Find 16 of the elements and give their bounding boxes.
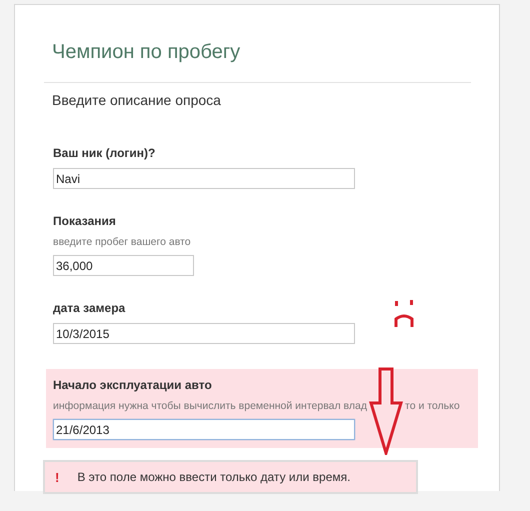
input-field[interactable]: 10/3/2015 [53,323,355,344]
question-hint: информация нужна чтобы вычислить временной интервал влад [53,400,367,412]
question-label: дата замера [53,301,126,315]
question-label: Показания [53,214,117,228]
validation-message: В это поле можно ввести только дату или время. [77,470,350,484]
question-label: Ваш ник (логин)? [53,146,156,160]
form-title: Чемпион по пробегу [52,41,242,64]
input-field[interactable]: 21/6/2013 [53,419,355,440]
input-field[interactable]: 36,000 [53,255,194,276]
down-arrow-icon [369,367,403,455]
form-description: Введите описание опроса [52,92,222,108]
question-hint: то и только [405,400,460,412]
question-hint: введите пробег вашего авто [53,236,191,248]
question-label: Начало эксплуатации авто [53,378,213,392]
input-field[interactable]: Navi [53,168,355,189]
exclamation-icon: ! [55,470,60,484]
